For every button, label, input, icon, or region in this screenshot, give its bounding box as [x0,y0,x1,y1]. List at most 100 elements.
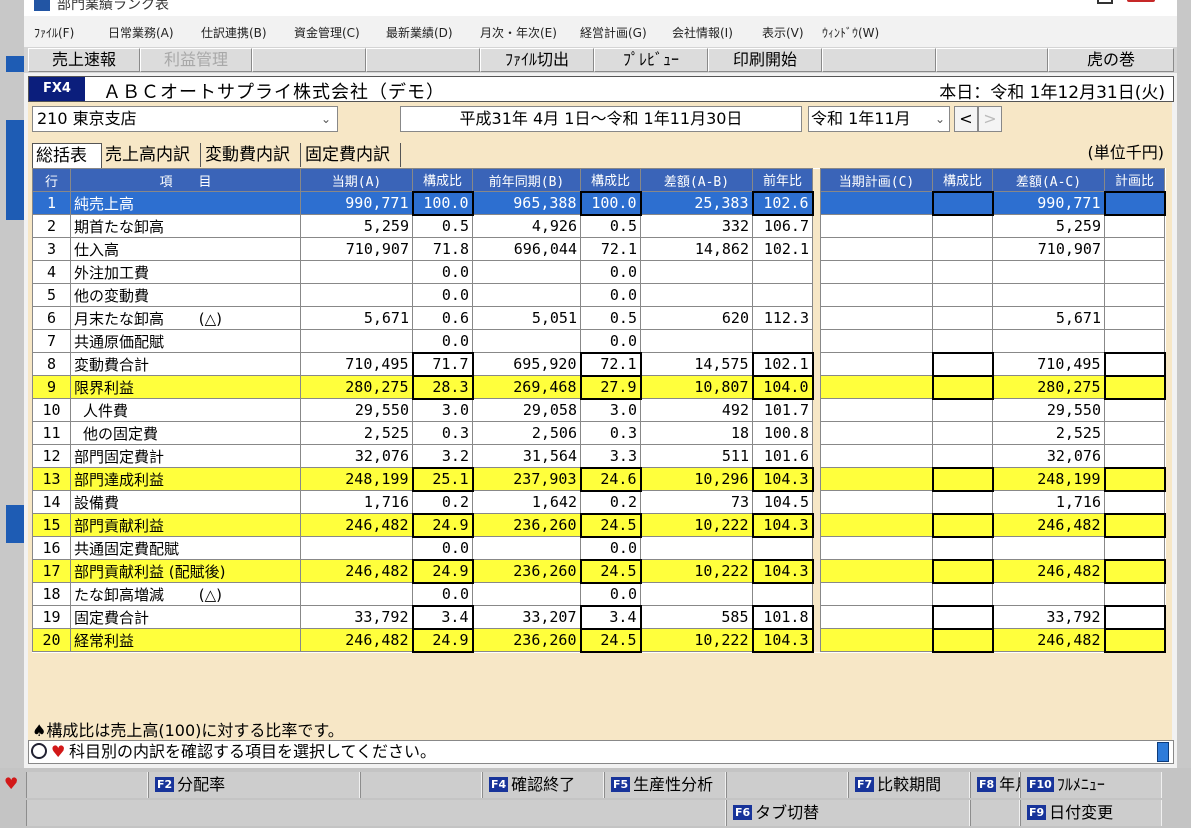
menu-monthly[interactable]: 月次・年次(E) [480,24,557,41]
branch-select[interactable]: 210 東京支店 ⌄ [32,106,338,132]
tab-summary[interactable]: 総括表 [32,143,102,168]
table-row[interactable]: 12 部門固定費計 32,076 3.2 31,564 3.3 511 101.6 32,076 [32,444,1165,468]
col-header-current: 当期(A) [300,168,413,192]
column-gap-cell [812,306,821,330]
plan-ratio-cell [931,627,994,653]
table-row[interactable]: 11 他の固定費 2,525 0.3 2,506 0.3 18 100.8 2,525 [32,421,1165,445]
file-export-button[interactable]: ﾌｧｲﾙ切出 [480,48,594,72]
plan-value-cell [820,467,933,491]
table-row[interactable]: 14 設備費 1,716 0.2 1,642 0.2 73 104.5 1,716 [32,490,1165,514]
table-row[interactable]: 4 外注加工費 0.0 0.0 [32,260,1165,284]
menu-funds[interactable]: 資金管理(C) [294,24,360,41]
row-number-cell: 1 [32,191,71,215]
table-row[interactable]: 20 経常利益 246,482 24.9 236,260 24.5 10,222 104.3 2… [32,627,1166,653]
table-row[interactable]: 13 部門達成利益 248,199 25.1 237,903 24.6 10,296 104.… [32,466,1166,492]
table-row[interactable]: 9 限界利益 280,275 28.3 269,468 27.9 10,807 104.0 28… [32,374,1166,400]
plan-ratio-cell [931,374,994,400]
item-name-cell: 設備費 [70,490,301,514]
diff-ac-cell: 246,482 [992,559,1105,583]
diff-ac-cell [992,260,1105,284]
table-row[interactable]: 7 共通原価配賦 0.0 0.0 [32,329,1165,353]
menu-plan[interactable]: 経営計画(G) [580,24,647,41]
diff-ac-cell: 1,716 [992,490,1105,514]
col-header-item: 項 目 [70,168,301,192]
period-range: 平成31年 4月 1日～令和 1年11月30日 [400,106,802,132]
table-row[interactable]: 17 部門貢献利益 (配賦後) 246,482 24.9 236,260 24.5 10,2… [32,558,1166,584]
maximize-icon[interactable] [1097,0,1113,4]
plan-value-cell [820,559,933,583]
table-row[interactable]: 19 固定費合計 33,792 3.4 33,207 3.4 585 101.8 33,792 [32,604,1166,630]
current-ratio-cell: 3.4 [411,604,474,630]
heart-icon: ♥ [4,774,19,793]
fkey-f8-button[interactable]: F8年月指定 [970,772,1063,798]
plan-value-cell [820,352,933,376]
close-icon[interactable] [1127,0,1155,2]
yoy-pct-cell: 112.3 [752,306,813,330]
menu-view[interactable]: 表示(V) [762,24,804,41]
manual-button[interactable]: 虎の巻 [1048,48,1174,72]
yoy-pct-cell: 102.1 [752,237,813,261]
sales-report-button[interactable]: 売上速報 [28,48,140,72]
current-ratio-cell: 24.9 [411,627,474,653]
diff-ab-cell [640,283,753,307]
chevron-down-icon: ⌄ [320,112,331,126]
prior-value-cell: 5,051 [472,306,581,330]
item-name-cell: 仕入高 [70,237,301,261]
tab-variable-costs[interactable]: 変動費内訳 [202,143,301,167]
menu-window[interactable]: ｳｨﾝﾄﾞｳ(W) [822,24,879,41]
preview-button[interactable]: ﾌﾟﾚﾋﾞｭｰ [594,48,708,72]
function-key-bar: ♥ F2分配率 F4確認終了 F5生産性分析 F7比較期間 F8年月指定 F10… [0,768,1191,828]
yoy-pct-cell [752,283,813,307]
col-header-plan-pct: 計画比 [1104,168,1165,192]
menu-journal[interactable]: 仕訳連携(B) [201,24,267,41]
fkey-f10-label: ﾌﾙﾒﾆｭｰ [1056,775,1105,794]
current-ratio-cell: 24.9 [411,512,474,538]
yoy-pct-cell: 104.3 [751,466,814,492]
table-row[interactable]: 2 期首たな卸高 5,259 0.5 4,926 0.5 332 106.7 5,259 [32,214,1165,238]
print-button[interactable]: 印刷開始 [708,48,822,72]
menu-daily[interactable]: 日常業務(A) [108,24,174,41]
menu-file[interactable]: ﾌｧｲﾙ(F) [34,24,74,41]
diff-ab-cell [640,260,753,284]
table-row[interactable]: 15 部門貢献利益 246,482 24.9 236,260 24.5 10,222 104.… [32,512,1166,538]
fkey-f4-button[interactable]: F4 確認終了 [482,772,604,798]
profit-mgmt-button[interactable]: 利益管理 [140,48,252,72]
fkey-f10-button[interactable]: F10 ﾌﾙﾒﾆｭｰ [1020,772,1162,798]
prev-month-button[interactable]: < [954,106,978,132]
table-row[interactable]: 8 変動費合計 710,495 71.7 695,920 72.1 14,575 102.1 7… [32,351,1166,377]
col-header-diff-ab: 差額(A-B) [640,168,753,192]
month-select[interactable]: 令和 1年11月 ⌄ [808,106,950,132]
table-row[interactable]: 1 純売上高 990,771 100.0 965,388 100.0 25,383 102.6… [32,190,1166,216]
plan-pct-cell [1103,512,1166,538]
prior-value-cell: 33,207 [472,605,581,629]
toolbar-empty-slot [252,48,366,72]
fkey-f9-button[interactable]: F9 日付変更 [1020,800,1162,826]
prior-ratio-cell: 0.0 [580,329,641,353]
fkey-f5-button[interactable]: F5 生産性分析 [604,772,726,798]
column-gap-cell [812,513,821,537]
table-row[interactable]: 10 人件費 29,550 3.0 29,058 3.0 492 101.7 29,550 [32,398,1165,422]
diff-ac-cell [992,536,1105,560]
plan-value-cell [820,306,933,330]
table-row[interactable]: 18 たな卸高増減 (△) 0.0 0.0 [32,582,1165,606]
current-value-cell: 5,671 [300,306,413,330]
diff-ab-cell [640,582,753,606]
table-row[interactable]: 5 他の変動費 0.0 0.0 [32,283,1165,307]
table-row[interactable]: 6 月末たな卸高 (△) 5,671 0.6 5,051 0.5 620 112.3 5,671 [32,306,1165,330]
menu-company[interactable]: 会社情報(I) [672,24,733,41]
yoy-pct-cell: 104.3 [751,558,814,584]
table-row[interactable]: 3 仕入高 710,907 71.8 696,044 72.1 14,862 102.1 710… [32,237,1165,261]
item-name-cell: 部門貢献利益 [70,513,301,537]
tab-sales-breakdown[interactable]: 売上高内訳 [102,143,201,167]
prior-ratio-cell: 3.3 [580,444,641,468]
menu-latest[interactable]: 最新業績(D) [386,24,453,41]
tab-fixed-costs[interactable]: 固定費内訳 [302,143,401,167]
fkey-f6-button[interactable]: F6 タブ切替 [726,800,970,826]
plan-ratio-cell [931,466,994,492]
plan-pct-cell [1103,351,1166,377]
background-window-edge [6,505,24,543]
table-row[interactable]: 16 共通固定費配賦 0.0 0.0 [32,536,1165,560]
fkey-f2-button[interactable]: F2 分配率 [148,772,360,798]
fkey-f7-button[interactable]: F7 比較期間 [848,772,970,798]
next-month-button[interactable]: > [978,106,1002,132]
